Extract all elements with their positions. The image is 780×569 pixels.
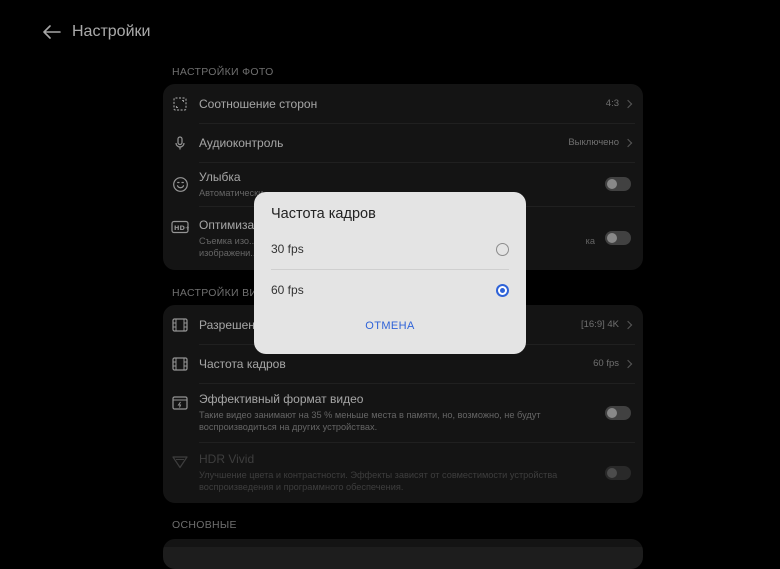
radio-60fps-selected[interactable]	[496, 283, 509, 297]
dialog-title: Частота кадров	[271, 206, 376, 222]
option-label: 30 fps	[271, 242, 304, 256]
option-60fps[interactable]: 60 fps	[271, 269, 509, 310]
option-30fps[interactable]: 30 fps	[271, 229, 509, 269]
cancel-button[interactable]: ОТМЕНА	[271, 320, 509, 332]
radio-30fps[interactable]	[496, 242, 509, 256]
option-label: 60 fps	[271, 283, 304, 297]
frame-rate-dialog: Частота кадров 30 fps 60 fps ОТМЕНА	[254, 192, 526, 354]
